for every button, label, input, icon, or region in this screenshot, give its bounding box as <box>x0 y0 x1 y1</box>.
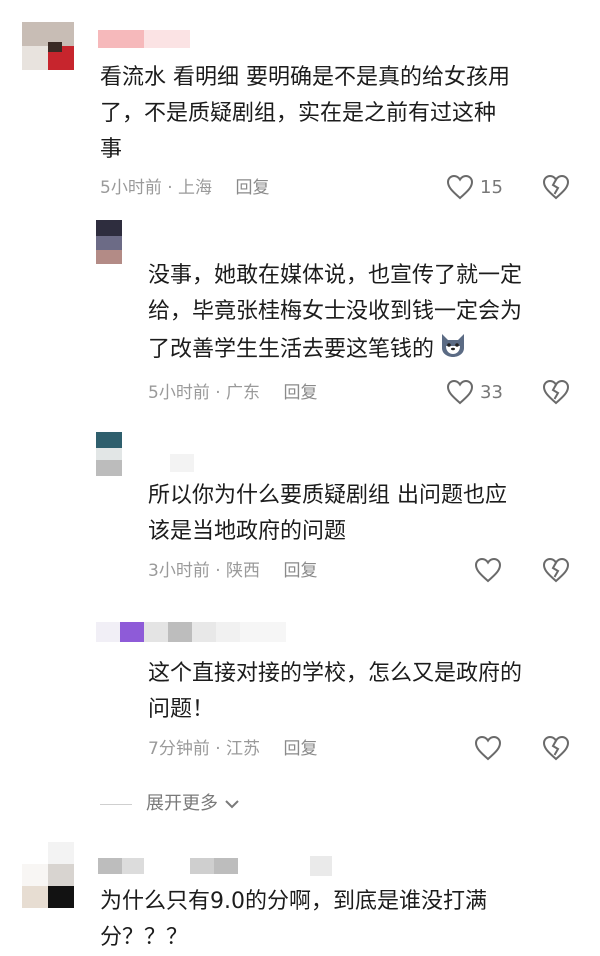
username-mosaic <box>122 858 144 874</box>
avatar[interactable] <box>96 220 122 264</box>
heart-outline-icon[interactable] <box>474 557 502 583</box>
username-mosaic <box>144 30 190 48</box>
username-mosaic[interactable] <box>98 30 144 48</box>
username-mosaic[interactable] <box>96 622 120 642</box>
comment-text: 所以你为什么要质疑剧组 出问题也应 该是当地政府的问题 <box>148 483 507 544</box>
like-count: 33 <box>480 382 503 403</box>
avatar[interactable] <box>22 22 74 70</box>
avatar[interactable] <box>120 622 144 642</box>
broken-heart-icon[interactable] <box>542 379 570 405</box>
username-mosaic <box>214 858 238 874</box>
comment-meta: 7分钟前 · 江苏 回复 <box>148 739 318 759</box>
comment-meta: 5小时前 · 上海 回复 <box>100 178 270 198</box>
reply-button[interactable]: 回复 <box>283 383 317 403</box>
username-mosaic[interactable] <box>170 454 194 472</box>
comment-location: 广东 <box>226 383 261 403</box>
comment-location: 陕西 <box>226 561 261 581</box>
comment-location: 江苏 <box>226 739 261 759</box>
comment-time: 7分钟前 <box>148 739 210 759</box>
username-mosaic <box>310 856 332 876</box>
avatar[interactable] <box>96 432 122 476</box>
comment-text: 为什么只有9.0的分啊，到底是谁没打满 分？？？ <box>100 889 487 950</box>
username-mosaic <box>144 622 168 642</box>
comment-text: 没事，她敢在媒体说，也宣传了就一定 给，毕竟张桂梅女士没收到钱一定会为 了改善学… <box>148 258 588 370</box>
reply-button[interactable]: 回复 <box>283 739 317 759</box>
avatar[interactable] <box>22 842 74 908</box>
dog-emoji-icon <box>438 330 468 370</box>
username-mosaic <box>190 858 214 874</box>
reply-button[interactable]: 回复 <box>283 561 317 581</box>
reply-button[interactable]: 回复 <box>235 178 269 198</box>
heart-outline-icon[interactable] <box>474 735 502 761</box>
comment-text: 这个直接对接的学校，怎么又是政府的 问题！ <box>148 661 523 722</box>
broken-heart-icon[interactable] <box>542 735 570 761</box>
chevron-down-icon <box>225 800 239 809</box>
comment-time: 3小时前 <box>148 561 210 581</box>
comment-meta: 3小时前 · 陕西 回复 <box>148 561 318 581</box>
divider <box>100 804 132 805</box>
username-mosaic <box>240 622 286 642</box>
username-mosaic <box>192 622 216 642</box>
username-mosaic <box>168 622 192 642</box>
like-count: 15 <box>480 177 503 198</box>
comment-meta: 5小时前 · 广东 回复 <box>148 383 318 403</box>
heart-outline-icon[interactable] <box>446 379 474 405</box>
comment-time: 5小时前 <box>148 383 210 403</box>
heart-outline-icon[interactable] <box>446 174 474 200</box>
username-mosaic <box>216 622 240 642</box>
comment-text: 看流水 看明细 要明确是不是真的给女孩用 了，不是质疑剧组，实在是之前有过这种 … <box>100 65 510 162</box>
comment-location: 上海 <box>178 178 213 198</box>
username-mosaic[interactable] <box>98 858 122 874</box>
broken-heart-icon[interactable] <box>542 557 570 583</box>
expand-more-button[interactable]: 展开更多 <box>146 792 240 816</box>
comment-time: 5小时前 <box>100 178 162 198</box>
broken-heart-icon[interactable] <box>542 174 570 200</box>
